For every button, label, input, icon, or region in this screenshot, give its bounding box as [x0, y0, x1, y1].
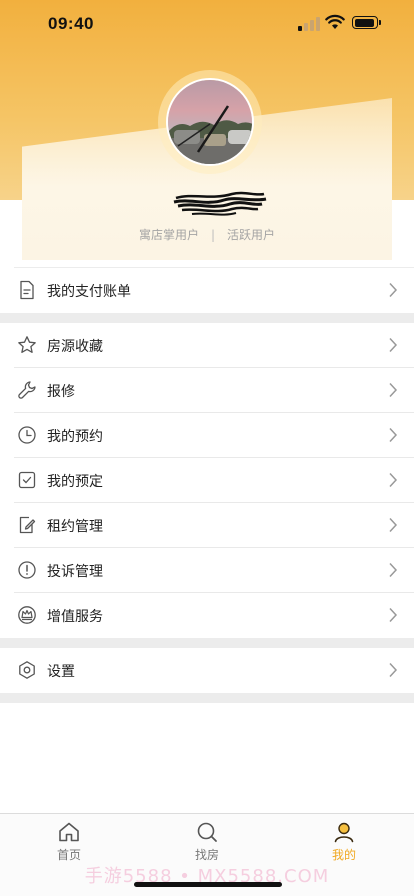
chevron-right-icon	[389, 607, 398, 623]
status-time: 09:40	[48, 14, 94, 33]
chevron-right-icon	[389, 337, 398, 353]
section-divider	[0, 693, 414, 703]
chevron-right-icon	[389, 282, 398, 298]
menu-item-label: 报修	[47, 384, 75, 400]
crown-icon	[18, 606, 36, 624]
user-type-tag: 寓店掌用户	[138, 228, 199, 242]
chevron-right-icon	[389, 382, 398, 398]
chevron-right-icon	[389, 472, 398, 488]
chevron-right-icon	[389, 517, 398, 533]
cellular-signal-icon	[298, 17, 320, 31]
wifi-icon	[325, 14, 345, 29]
star-icon	[18, 336, 36, 353]
menu-item-complaints[interactable]: 投诉管理	[14, 548, 414, 593]
tab-label: 首页	[56, 848, 81, 862]
status-bar: 09:40	[0, 0, 414, 50]
chevron-right-icon	[389, 562, 398, 578]
menu-item-label: 投诉管理	[47, 564, 103, 580]
home-icon	[59, 822, 79, 842]
menu-item-repair[interactable]: 报修	[14, 368, 414, 413]
tab-find-room[interactable]: 找房	[177, 820, 237, 863]
menu-item-reservations[interactable]: 我的预定	[14, 458, 414, 503]
menu-item-label: 我的预约	[47, 429, 103, 445]
clock-icon	[18, 426, 36, 444]
hexagon-settings-icon	[19, 661, 35, 679]
menu-item-label: 房源收藏	[47, 339, 103, 355]
profile-menu: 我的支付账单 房源收藏 报修 我的预约 我的预定 租约管理 投诉管理 增值服务 …	[0, 267, 414, 703]
username-redacted	[173, 191, 267, 216]
tag-separator: |	[210, 228, 216, 242]
checkbox-icon	[18, 471, 36, 489]
user-icon	[334, 822, 354, 843]
menu-item-favorites[interactable]: 房源收藏	[14, 323, 414, 368]
menu-item-label: 增值服务	[47, 609, 103, 625]
user-tags: 寓店掌用户 | 活跃用户	[0, 226, 414, 243]
avatar[interactable]	[166, 78, 254, 166]
exclamation-icon	[18, 561, 36, 579]
activity-tag: 活跃用户	[227, 228, 276, 242]
bill-icon	[20, 280, 34, 300]
menu-item-label: 我的预定	[47, 474, 103, 490]
menu-item-settings[interactable]: 设置	[14, 648, 414, 693]
wrench-icon	[18, 381, 36, 399]
chevron-right-icon	[389, 662, 398, 678]
menu-item-appointments[interactable]: 我的预约	[14, 413, 414, 458]
menu-item-label: 租约管理	[47, 519, 103, 535]
chevron-right-icon	[389, 427, 398, 443]
battery-icon	[352, 16, 381, 29]
tab-home[interactable]: 首页	[39, 820, 99, 863]
home-indicator	[134, 882, 282, 887]
menu-item-label: 我的支付账单	[47, 284, 131, 300]
tab-label: 我的	[331, 848, 356, 862]
tab-mine[interactable]: 我的	[314, 820, 374, 863]
avatar-photo	[168, 80, 252, 164]
menu-item-label: 设置	[47, 664, 75, 680]
section-divider	[0, 313, 414, 323]
menu-item-value-added-services[interactable]: 增值服务	[14, 593, 414, 638]
search-icon	[197, 822, 217, 842]
tab-label: 找房	[194, 848, 219, 862]
edit-document-icon	[19, 516, 36, 534]
section-divider	[0, 638, 414, 648]
menu-item-payment-bills[interactable]: 我的支付账单	[14, 268, 414, 313]
menu-item-lease-management[interactable]: 租约管理	[14, 503, 414, 548]
